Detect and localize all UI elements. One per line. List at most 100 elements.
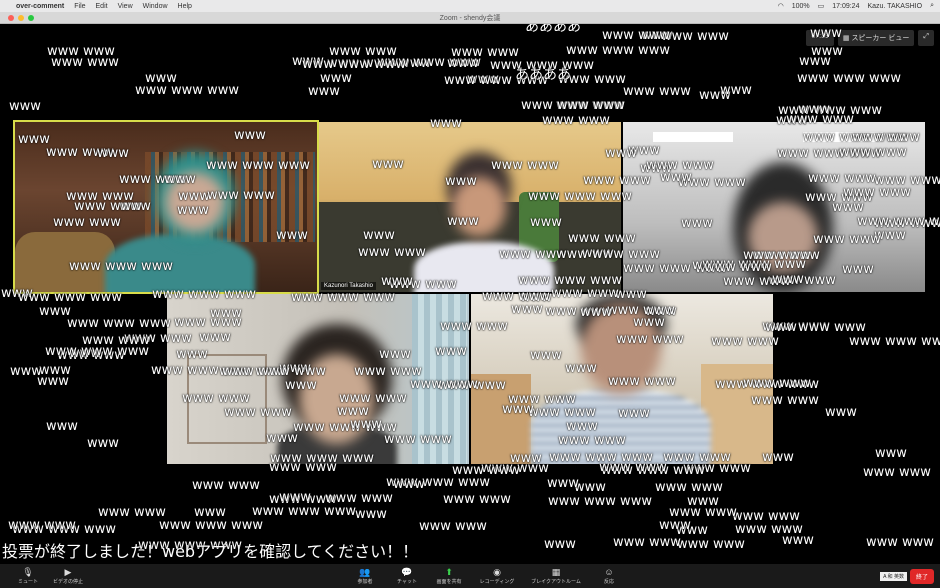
zoom-window-icon[interactable]	[28, 15, 34, 21]
user-name[interactable]: Kazu. TAKASHIO	[867, 3, 922, 10]
comment-www: www www www	[18, 290, 122, 305]
comment-www: www www	[8, 518, 76, 533]
top-controls: 07:39 ▦ スピーカー ビュー ⤢	[806, 30, 934, 46]
person-body	[414, 242, 554, 292]
close-window-icon[interactable]	[8, 15, 14, 21]
comment-www: www	[825, 405, 857, 420]
comment-www: www	[659, 518, 691, 533]
comment-www: www www	[866, 534, 934, 550]
ceiling-light	[653, 132, 733, 142]
menu-app-name[interactable]: over-comment	[16, 3, 64, 10]
comment-www: www	[393, 476, 425, 492]
video-tile-5[interactable]	[471, 294, 773, 464]
breakout-label: ブレイクアウトルーム	[531, 578, 581, 585]
comment-www: www	[87, 436, 119, 451]
wifi-icon[interactable]: ◠	[778, 2, 784, 10]
comment-www: www	[875, 445, 907, 461]
comment-www: www	[37, 374, 69, 389]
battery-icon[interactable]: ▭	[818, 2, 825, 10]
chat-icon: 💬	[401, 566, 413, 577]
comment-www: www	[320, 70, 352, 86]
menu-window[interactable]: Window	[143, 3, 168, 10]
comment-www: www	[39, 303, 71, 319]
comment-aaa: ああああ	[515, 67, 571, 83]
comment-www: www www	[419, 519, 487, 534]
search-icon[interactable]: ⌕	[930, 2, 934, 10]
comment-www: www	[308, 84, 340, 99]
reactions-label: 反応	[603, 578, 614, 585]
video-tile-1[interactable]	[13, 120, 319, 294]
comment-www: www www www	[521, 97, 625, 113]
video-tile-3[interactable]	[623, 122, 925, 292]
meeting-stage: 07:39 ▦ スピーカー ビュー ⤢ Kazunori Takashio ww…	[0, 24, 940, 564]
comment-www: www www www	[252, 503, 356, 519]
comment-www: www www	[556, 97, 624, 113]
video-tile-4[interactable]	[167, 294, 469, 464]
share-screen-button[interactable]: ⬆ 画面を共有	[429, 567, 469, 585]
speaker-view-button[interactable]: ▦ スピーカー ビュー	[837, 30, 915, 46]
toolbar-right: A 和 英数 終了	[880, 568, 934, 584]
comment-www: www www	[82, 332, 150, 348]
person-face	[748, 202, 818, 272]
comment-www: www	[145, 70, 177, 86]
comment-www: www www	[329, 43, 397, 59]
comment-www: www	[292, 54, 324, 69]
speaker-view-label: スピーカー ビュー	[851, 35, 910, 42]
comment-www: www www www	[601, 463, 705, 478]
comment-www: www www www	[67, 316, 171, 331]
comment-www: www www www	[548, 494, 652, 509]
window-title: Zoom - shendy会議	[439, 14, 501, 22]
comment-www: www www	[269, 492, 337, 507]
comment-www: www www www	[386, 474, 490, 490]
record-icon: ◉	[493, 566, 501, 577]
toolbar-center: 👥 参加者 💬 チャット ⬆ 画面を共有 ◉ レコーディング ▦ ブレイクアウト…	[345, 566, 629, 585]
comment-www: www www www	[45, 344, 149, 359]
chat-button[interactable]: 💬 チャット	[387, 566, 427, 585]
comment-www: www www	[661, 29, 729, 44]
breakout-rooms-button[interactable]: ▦ ブレイクアウトルーム	[525, 566, 587, 585]
comment-www: www www	[669, 504, 737, 520]
person-face	[581, 304, 661, 394]
comment-www: www www www	[566, 42, 670, 58]
menu-file[interactable]: File	[74, 3, 85, 10]
comment-www: www	[720, 83, 752, 98]
comment-www: www	[69, 346, 101, 361]
share-label: 画面を共有	[436, 578, 462, 585]
clock[interactable]: 17:09:24	[832, 3, 859, 10]
breakout-grid-icon: ▦	[551, 566, 561, 577]
record-label: レコーディング	[479, 578, 515, 585]
comment-www: www	[10, 363, 42, 379]
comment-www: www www	[452, 463, 520, 478]
minimize-window-icon[interactable]	[18, 15, 24, 21]
comment-www: www www	[57, 348, 125, 363]
record-button[interactable]: ◉ レコーディング	[471, 566, 523, 585]
comment-www: www www www	[327, 56, 431, 71]
comment-www: www	[39, 362, 71, 378]
participants-button[interactable]: 👥 参加者	[345, 567, 385, 585]
menu-edit[interactable]: Edit	[96, 3, 108, 10]
participants-label: 参加者	[357, 578, 373, 585]
comment-www: www www	[192, 477, 260, 493]
comment-overlay: www www www www www www www www www www www www…	[0, 24, 940, 564]
comment-www: www	[447, 56, 479, 71]
end-meeting-button[interactable]: 終了	[909, 568, 934, 584]
comment-www: www www www	[12, 522, 116, 537]
reactions-button[interactable]: ☺ 反応	[589, 567, 629, 585]
microphone-icon: 🎙	[22, 566, 34, 577]
comment-www: www www	[325, 491, 393, 506]
comment-www: www	[279, 490, 311, 505]
menu-view[interactable]: View	[118, 3, 133, 10]
menu-help[interactable]: Help	[178, 3, 192, 10]
comment-www: www www www	[135, 83, 239, 98]
ime-indicator[interactable]: A 和 英数	[880, 571, 907, 581]
battery-percent: 100%	[791, 2, 810, 10]
video-tile-2[interactable]: Kazunori Takashio	[319, 122, 621, 292]
person-face	[452, 177, 506, 237]
stop-video-button[interactable]: ▶ ビデオの停止	[48, 567, 88, 585]
fullscreen-icon[interactable]: ⤢	[918, 30, 934, 46]
comment-www: www	[547, 475, 579, 491]
comment-www: www	[355, 506, 387, 522]
menu-status-area: ◠ 100% ▭ 17:09:24 Kazu. TAKASHIO ⌕	[778, 2, 934, 10]
mute-button[interactable]: 🎙 ミュート	[8, 566, 48, 585]
comment-www: www	[676, 523, 708, 538]
